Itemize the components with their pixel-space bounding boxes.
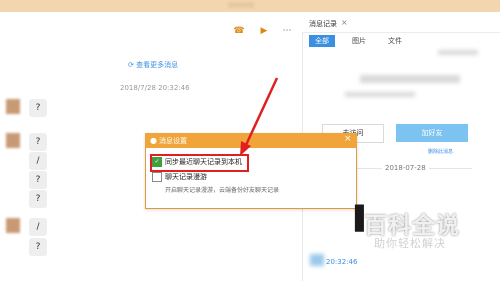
avatar[interactable]: [6, 218, 20, 233]
tab-images[interactable]: 图片: [346, 35, 372, 47]
message-bubble: ?: [29, 190, 47, 208]
add-friend-button[interactable]: 加好友: [396, 124, 468, 142]
roaming-label[interactable]: 聊天记录漫游: [165, 172, 207, 182]
view-more-messages-label: 查看更多消息: [136, 61, 179, 69]
history-bottom-time: 20:32:46: [326, 258, 358, 266]
tab-all[interactable]: 全部: [309, 35, 335, 47]
history-panel-title[interactable]: 消息记录: [309, 19, 337, 29]
message-bubble: /: [29, 218, 47, 236]
close-icon[interactable]: ×: [341, 18, 348, 27]
annotation-highlight-box: [150, 154, 249, 172]
more-icon[interactable]: ⋯: [280, 24, 294, 38]
blurred-content: [438, 50, 478, 55]
avatar[interactable]: [6, 99, 20, 114]
message-bubble: /: [29, 152, 47, 170]
roaming-checkbox[interactable]: [152, 172, 162, 182]
roaming-hint: 开启聊天记录漫游，云端备份好友聊天记录: [165, 187, 280, 194]
message-bubble: ?: [29, 133, 47, 151]
qq-penguin-icon: ●: [150, 136, 157, 145]
blurred-contact-name: [228, 2, 254, 8]
dialog-title: 消息设置: [159, 137, 187, 145]
blurred-content: [345, 92, 415, 97]
blurred-content: [310, 254, 324, 266]
watermark-subtitle: 助你轻松解决: [374, 237, 446, 250]
history-date: 2018-07-28: [382, 164, 429, 172]
refresh-icon: ⟳: [128, 61, 134, 69]
message-bubble: ?: [29, 238, 47, 256]
chat-timestamp: 2018/7/28 20:32:46: [120, 84, 190, 92]
message-bubble: ?: [29, 99, 47, 117]
message-bubble: ?: [29, 171, 47, 189]
view-more-messages-link[interactable]: ⟳ 查看更多消息: [128, 60, 178, 70]
delete-message-link[interactable]: 删除此消息: [428, 148, 453, 155]
video-icon[interactable]: ▶: [257, 24, 271, 38]
blurred-content: [360, 75, 460, 83]
phone-icon[interactable]: ☎: [232, 24, 246, 38]
avatar[interactable]: [6, 133, 20, 148]
tab-files[interactable]: 文件: [382, 35, 408, 47]
dialog-close-icon[interactable]: ×: [344, 134, 352, 144]
